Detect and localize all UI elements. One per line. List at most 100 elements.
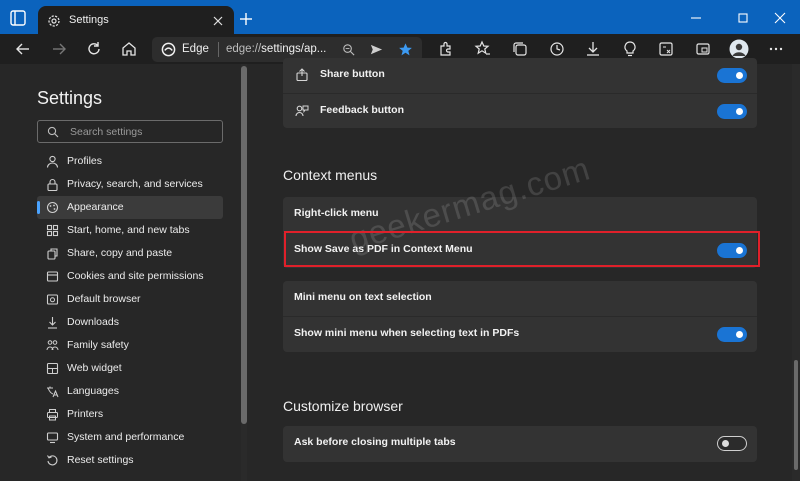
row-label: Feedback button xyxy=(320,104,405,116)
tab-title: Settings xyxy=(69,14,109,26)
gear-icon xyxy=(48,15,60,27)
share-button-row: Share button xyxy=(283,58,757,93)
collections-icon[interactable] xyxy=(511,40,529,58)
settings-content: Share button Feedback button Context men… xyxy=(248,58,792,481)
sidebar-item-downloads[interactable]: Downloads xyxy=(37,311,223,334)
sidebar-item-share-copy[interactable]: Share, copy and paste xyxy=(37,242,223,265)
settings-sidebar: Settings Search settings Profiles Privac… xyxy=(0,64,240,481)
sidebar-item-default-browser[interactable]: Default browser xyxy=(37,288,223,311)
sidebar-item-label: Cookies and site permissions xyxy=(67,270,204,282)
share-icon xyxy=(296,68,308,82)
math-solver-icon[interactable] xyxy=(657,40,675,58)
forward-icon[interactable] xyxy=(50,40,68,58)
close-window-icon[interactable] xyxy=(772,10,788,26)
favorite-star-icon[interactable] xyxy=(398,42,413,57)
content-scroll-thumb[interactable] xyxy=(794,360,798,470)
settings-page: Settings Search settings Profiles Privac… xyxy=(0,58,800,481)
back-icon[interactable] xyxy=(14,40,32,58)
sidebar-item-family-safety[interactable]: Family safety xyxy=(37,334,223,357)
search-input[interactable]: Search settings xyxy=(37,120,223,143)
download-icon xyxy=(48,317,57,329)
sidebar-item-system[interactable]: System and performance xyxy=(37,426,223,449)
ask-before-closing-toggle[interactable] xyxy=(717,436,747,451)
history-icon[interactable] xyxy=(548,40,566,58)
reset-icon xyxy=(47,455,58,466)
ask-before-closing-row: Ask before closing multiple tabs xyxy=(283,426,757,461)
browser-icon xyxy=(46,294,59,305)
site-label: Edge xyxy=(182,43,209,55)
more-options-icon[interactable] xyxy=(767,40,785,58)
downloads-icon[interactable] xyxy=(584,40,602,58)
sidebar-item-start-home[interactable]: Start, home, and new tabs xyxy=(37,219,223,242)
row-label: Ask before closing multiple tabs xyxy=(294,436,456,448)
sidebar-item-profiles[interactable]: Profiles xyxy=(37,150,223,173)
toolbar-buttons-card: Share button Feedback button xyxy=(283,58,757,128)
sidebar-item-label: System and performance xyxy=(67,431,185,443)
sidebar-scroll-thumb[interactable] xyxy=(241,66,247,424)
sidebar-item-privacy[interactable]: Privacy, search, and services xyxy=(37,173,223,196)
refresh-icon[interactable] xyxy=(85,40,103,58)
page-title: Settings xyxy=(37,88,103,108)
sidebar-nav: Profiles Privacy, search, and services A… xyxy=(37,150,223,472)
sidebar-item-label: Appearance xyxy=(67,201,124,213)
address-divider xyxy=(218,42,219,57)
language-icon xyxy=(47,386,59,398)
zoom-search-icon[interactable] xyxy=(341,42,356,57)
row-label: Share button xyxy=(320,68,385,80)
system-icon xyxy=(46,432,59,444)
sidebar-item-label: Family safety xyxy=(67,339,129,351)
sidebar-item-label: Web widget xyxy=(67,362,122,374)
cookie-icon xyxy=(46,271,59,282)
close-tab-icon[interactable] xyxy=(210,13,226,29)
send-share-icon[interactable] xyxy=(369,42,384,57)
sidebar-item-printers[interactable]: Printers xyxy=(37,403,223,426)
search-placeholder: Search settings xyxy=(70,126,143,138)
home-grid-icon xyxy=(46,224,59,237)
printer-icon xyxy=(47,409,58,421)
family-icon xyxy=(46,340,59,351)
sidebar-item-label: Privacy, search, and services xyxy=(67,178,203,190)
widget-icon xyxy=(46,362,59,375)
sidebar-item-appearance[interactable]: Appearance xyxy=(37,196,223,219)
sidebar-scrollbar[interactable] xyxy=(241,64,247,481)
appearance-icon xyxy=(46,201,59,214)
card-header: Mini menu on text selection xyxy=(294,291,432,303)
title-bar: Settings xyxy=(0,0,800,36)
url-text[interactable]: edge://settings/ap... xyxy=(226,43,326,55)
sidebar-item-cookies[interactable]: Cookies and site permissions xyxy=(37,265,223,288)
sidebar-item-languages[interactable]: Languages xyxy=(37,380,223,403)
feedback-icon xyxy=(295,105,309,117)
tab-actions-icon[interactable] xyxy=(8,8,28,28)
share-button-toggle[interactable] xyxy=(717,68,747,83)
sidebar-item-label: Languages xyxy=(67,385,119,397)
sidebar-item-label: Reset settings xyxy=(67,454,134,466)
extensions-icon[interactable] xyxy=(437,40,455,58)
sidebar-item-label: Profiles xyxy=(67,155,103,167)
maximize-icon[interactable] xyxy=(735,10,751,26)
customize-browser-card: Ask before closing multiple tabs xyxy=(283,426,757,462)
new-tab-icon[interactable] xyxy=(238,11,254,27)
sidebar-item-web-widget[interactable]: Web widget xyxy=(37,357,223,380)
feedback-button-toggle[interactable] xyxy=(717,104,747,119)
section-title-context-menus: Context menus xyxy=(283,167,378,183)
web-capture-icon[interactable] xyxy=(694,40,712,58)
sidebar-item-reset[interactable]: Reset settings xyxy=(37,449,223,472)
favorites-icon[interactable] xyxy=(474,40,492,58)
profile-avatar[interactable] xyxy=(729,39,749,59)
sidebar-item-label: Downloads xyxy=(67,316,119,328)
lightbulb-icon[interactable] xyxy=(621,40,639,58)
minimize-icon[interactable] xyxy=(688,10,704,26)
content-scrollbar[interactable] xyxy=(792,64,800,481)
mini-menu-card: Mini menu on text selection Show mini me… xyxy=(283,281,757,352)
sidebar-item-label: Share, copy and paste xyxy=(67,247,173,259)
tab-settings[interactable]: Settings xyxy=(38,6,234,36)
search-icon xyxy=(47,126,59,138)
mini-menu-header: Mini menu on text selection xyxy=(283,281,757,316)
mini-menu-pdf-toggle[interactable] xyxy=(717,327,747,342)
home-icon[interactable] xyxy=(120,40,138,58)
sidebar-item-label: Default browser xyxy=(67,293,141,305)
highlight-box xyxy=(284,231,760,267)
share-icon xyxy=(47,248,58,260)
lock-icon xyxy=(47,178,58,191)
profile-icon xyxy=(46,155,59,168)
